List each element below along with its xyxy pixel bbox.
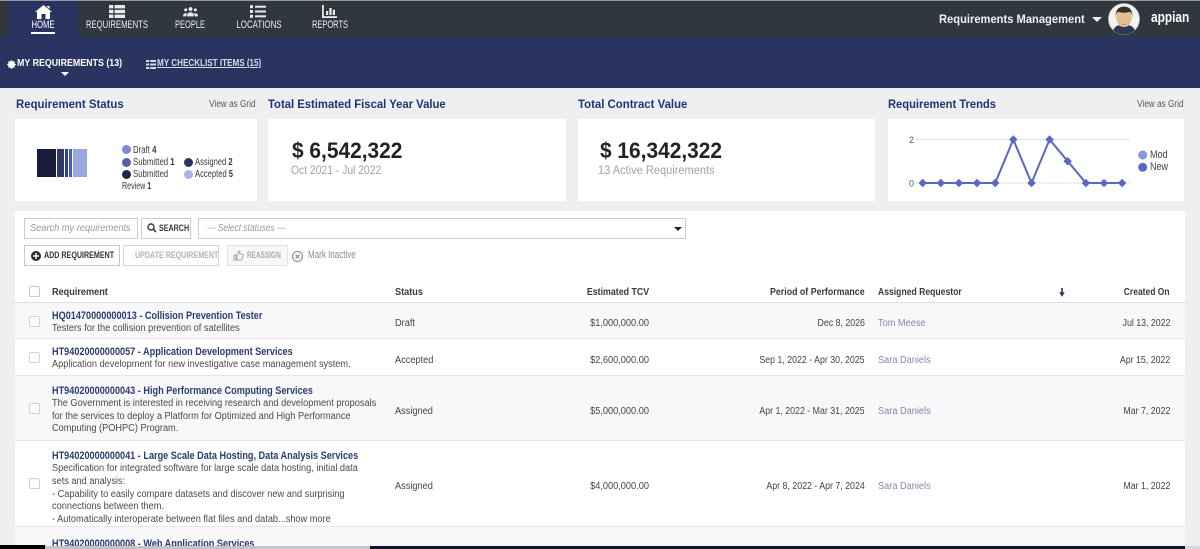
svg-text:2: 2 [909, 135, 914, 145]
svg-text:0: 0 [909, 179, 914, 189]
